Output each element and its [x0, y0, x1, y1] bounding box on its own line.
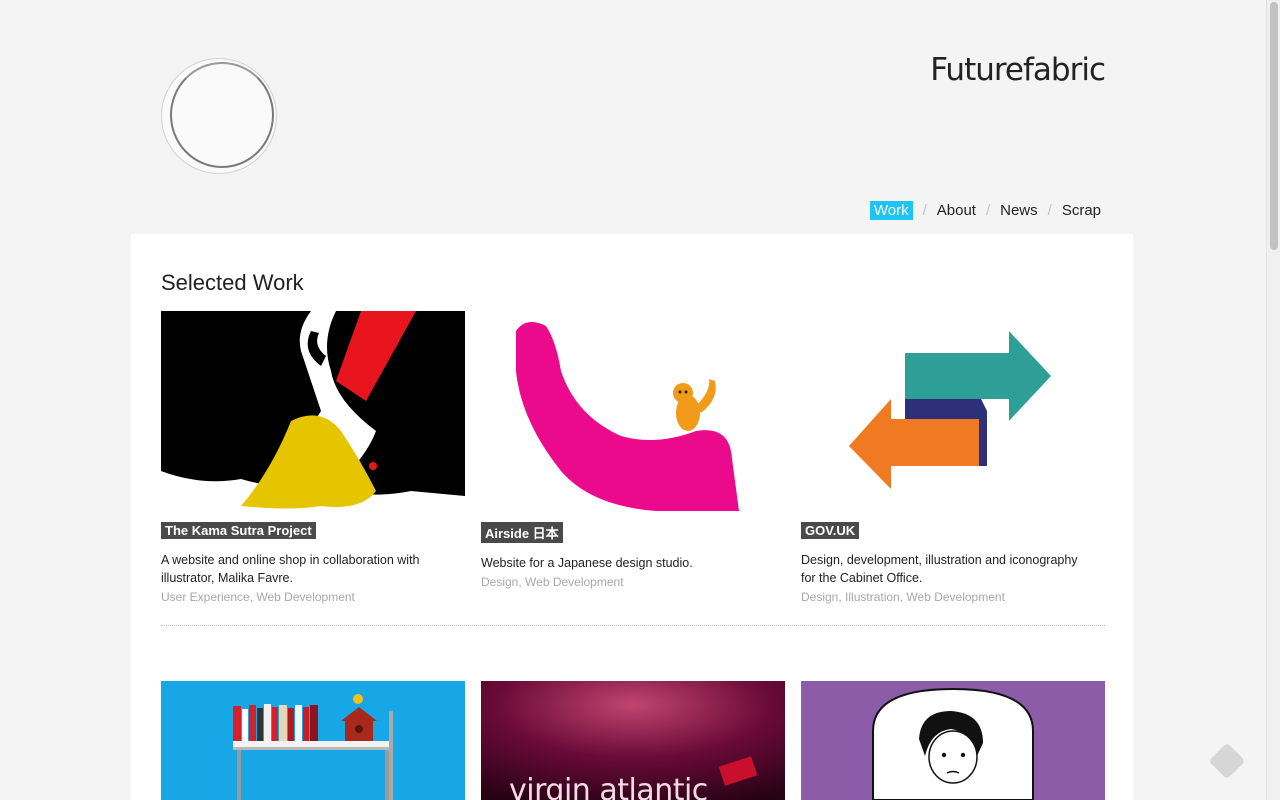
project-card-airside: Airside 日本 Website for a Japanese design…: [481, 311, 785, 589]
category-link[interactable]: Illustration: [845, 590, 900, 604]
project-thumbnail-virgin[interactable]: virgin atlantic: [481, 681, 785, 800]
nav-separator: /: [922, 202, 927, 219]
project-description: Design, development, illustration and ic…: [801, 553, 1078, 585]
scrollbar-thumb[interactable]: [1270, 2, 1278, 250]
nav-item-scrap[interactable]: Scrap: [1062, 202, 1101, 219]
category-link[interactable]: Design: [481, 575, 518, 589]
project-thumbnail-illustration-girl[interactable]: [801, 681, 1105, 800]
section-heading: Selected Work: [161, 270, 304, 295]
project-thumbnail-kama-sutra[interactable]: [161, 311, 465, 511]
project-title-kama-sutra[interactable]: The Kama Sutra Project: [161, 522, 316, 539]
nav-separator: /: [985, 202, 991, 219]
nav-separator: /: [1047, 202, 1052, 219]
nav-item-news[interactable]: News: [1000, 202, 1038, 219]
category-link[interactable]: Web Development: [525, 575, 624, 589]
project-description: Website for a Japanese design studio.: [481, 556, 693, 570]
nav-item-about[interactable]: About: [937, 202, 976, 219]
feed-icon[interactable]: [1208, 742, 1246, 780]
project-title-airside[interactable]: Airside 日本: [481, 522, 563, 543]
logo-circle[interactable]: [161, 58, 277, 174]
airside-illustration: [481, 311, 785, 511]
category-link[interactable]: Web Development: [256, 590, 355, 604]
main-nav: Work / About / News / Scrap: [869, 201, 1101, 220]
kama-sutra-illustration: [161, 311, 465, 511]
govuk-arrows-illustration: [801, 311, 1105, 511]
main-content: Selected Work The Kama Sutra Project A w…: [131, 234, 1133, 800]
project-card-govuk: GOV.UK Design, development, illustration…: [801, 311, 1105, 604]
project-title-govuk[interactable]: GOV.UK: [801, 522, 860, 539]
scrollbar[interactable]: [1266, 0, 1280, 800]
category-link[interactable]: Web Development: [906, 590, 1005, 604]
project-thumbnail-bookshelf[interactable]: [161, 681, 465, 800]
project-description: A website and online shop in collaborati…: [161, 553, 420, 585]
bookshelf-illustration: [161, 681, 465, 800]
section-divider: [161, 625, 1105, 626]
category-link[interactable]: User Experience: [161, 590, 250, 604]
category-link[interactable]: Design: [801, 590, 838, 604]
project-categories: Design, Illustration, Web Development: [801, 590, 1005, 604]
project-thumbnail-govuk[interactable]: [801, 311, 1105, 511]
project-card-kama-sutra: The Kama Sutra Project A website and onl…: [161, 311, 465, 604]
project-categories: User Experience, Web Development: [161, 590, 355, 604]
project-thumbnail-airside[interactable]: [481, 311, 785, 511]
project-categories: Design, Web Development: [481, 575, 624, 589]
nav-item-work[interactable]: Work: [869, 201, 913, 220]
virgin-wordmark: virgin atlantic: [509, 773, 708, 800]
girl-illustration: [801, 681, 1105, 800]
brand-wordmark[interactable]: Futurefabric: [930, 52, 1106, 88]
